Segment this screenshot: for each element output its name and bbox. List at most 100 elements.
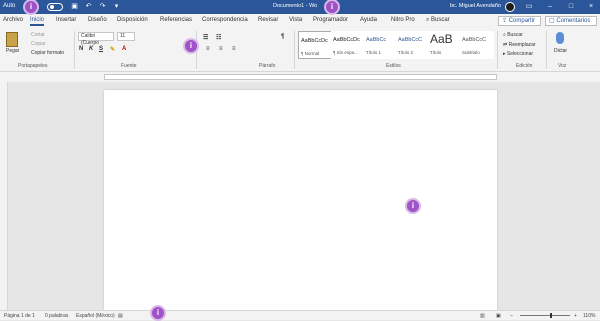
tab-programador[interactable]: Programador [313,17,348,23]
divider [497,31,498,69]
style-no-spacing[interactable]: AaBbCcDc ¶ Sin espa... [331,31,365,59]
customize-quick-access-icon[interactable]: ▾ [112,2,121,12]
read-mode-icon[interactable]: ▥ [480,313,485,319]
style-title[interactable]: AaB Título [428,31,462,59]
font-group-label: Fuente [121,63,137,69]
tab-correspondencia[interactable]: Correspondencia [202,17,248,23]
font-color-icon[interactable]: A [122,46,126,52]
show-formatting-icon[interactable]: ¶ [281,34,284,40]
select-label: Seleccionar [506,51,534,57]
style-heading-1[interactable]: AaBbCc Título 1 [364,31,398,59]
microphone-icon[interactable] [556,32,564,44]
cut-button[interactable]: Cortar [31,32,45,38]
maximize-icon[interactable]: □ [566,2,576,12]
tab-vista[interactable]: Vista [289,17,302,23]
share-button[interactable]: ⇪ Compartir [498,16,541,26]
bullets-icon[interactable]: ☰ [203,34,208,41]
zoom-level[interactable]: 110% [583,313,595,319]
search-label: Buscar [431,17,450,23]
paragraph-group-label: Párrafo [259,63,276,69]
autosave-toggle[interactable] [47,3,63,11]
comment-icon: ▢ [549,18,555,24]
copy-button[interactable]: Copiar [31,41,46,47]
replace-button[interactable]: ⇄ Reemplazar [503,42,536,48]
print-layout-icon[interactable]: ▣ [496,313,501,319]
info-marker[interactable]: i [150,305,166,321]
ribbon-display-icon[interactable]: ▭ [524,2,534,12]
format-painter-button[interactable]: Copiar formato [31,50,64,56]
vertical-ruler[interactable] [0,82,8,310]
bold-button[interactable]: N [79,46,83,52]
paste-button[interactable]: Pegar [6,48,19,54]
styles-group-label: Estilos [386,63,401,69]
dictate-button[interactable]: Dictar [554,48,567,54]
style-name: ¶ Sin espa... [333,50,358,55]
align-center-icon[interactable]: ≡ [219,46,223,52]
share-icon: ⇪ [502,18,508,24]
undo-icon[interactable]: ↶ [84,2,93,12]
divider [294,31,295,69]
ribbon: Pegar Cortar Copiar Copiar formato Porta… [0,28,600,72]
autosave-label: Auto [3,3,16,9]
save-icon[interactable]: ▣ [70,2,79,12]
zoom-slider-thumb[interactable] [550,313,552,318]
find-button[interactable]: ⌕ Buscar [503,32,523,38]
zoom-slider[interactable] [520,315,570,316]
tab-archivo[interactable]: Archivo [3,17,23,23]
divider [546,31,547,69]
select-button[interactable]: ▸ Seleccionar [503,51,533,57]
tab-disposicion[interactable]: Disposición [117,17,148,23]
underline-button[interactable]: S [99,46,103,52]
tab-diseno[interactable]: Diseño [88,17,107,23]
document-page[interactable] [104,90,497,310]
minimize-icon[interactable]: – [545,2,555,12]
style-sample: AaBbCc [366,37,387,43]
replace-label: Reemplazar [508,42,536,48]
page-count[interactable]: Página 1 de 1 [4,313,35,319]
numbering-icon[interactable]: ☷ [216,34,221,41]
ruler-track [104,74,497,80]
tab-referencias[interactable]: Referencias [160,17,192,23]
tab-insertar[interactable]: Insertar [56,17,76,23]
font-family-select[interactable]: Calibri (Cuerpo [78,32,114,46]
italic-button[interactable]: K [89,46,93,52]
close-icon[interactable]: × [586,2,596,12]
comments-button[interactable]: ▢ Comentarios [545,16,597,26]
style-name: Título [430,50,442,55]
tab-revisar[interactable]: Revisar [258,17,278,23]
tab-inicio[interactable]: Inicio [30,17,45,26]
align-right-icon[interactable]: ≡ [232,46,236,52]
tab-nitro-pro[interactable]: Nitro Pro [391,17,415,23]
style-subtitle[interactable]: AaBbCcC Subtítulo [460,31,494,59]
find-label: Buscar [507,32,523,38]
style-heading-2[interactable]: AaBbCcC Título 2 [396,31,430,59]
style-name: Título 2 [398,50,414,55]
style-sample: AaBbCcC [462,37,487,43]
info-marker[interactable]: i [405,198,421,214]
style-name: ¶ Normal [301,51,320,56]
horizontal-ruler[interactable] [0,72,600,82]
highlight-icon[interactable]: ✎ [110,46,115,53]
info-marker[interactable]: i [183,38,199,54]
style-sample: AaBbCcDc [301,38,328,44]
redo-icon[interactable]: ↷ [98,2,107,12]
align-left-icon[interactable]: ≡ [206,46,210,52]
clipboard-group-label: Portapapeles [18,63,48,69]
title-bar: Auto ▣ ↶ ↷ ▾ Documento1 - Wo bc. Miguel … [0,0,600,14]
zoom-in-icon[interactable]: + [574,313,577,319]
user-name[interactable]: bc. Miguel Avendaño [450,3,501,9]
tab-ayuda[interactable]: Ayuda [360,17,377,23]
ribbon-tabs: Archivo Inicio Insertar Diseño Disposici… [0,14,600,28]
accessibility-icon[interactable]: ▤ [118,313,123,319]
comments-label: Comentarios [556,18,591,24]
font-size-select[interactable]: 11 [117,32,135,41]
language-indicator[interactable]: Español (México) [76,313,115,319]
paste-icon[interactable] [6,32,18,47]
style-normal[interactable]: AaBbCcDc ¶ Normal [298,31,332,59]
word-count[interactable]: 0 palabras [45,313,68,319]
zoom-out-icon[interactable]: – [510,313,513,319]
avatar[interactable] [505,2,515,12]
tell-me-search[interactable]: ⌕ Buscar [426,17,450,24]
status-bar: Página 1 de 1 0 palabras Español (México… [0,310,600,320]
document-title: Documento1 - Wo [273,3,318,9]
